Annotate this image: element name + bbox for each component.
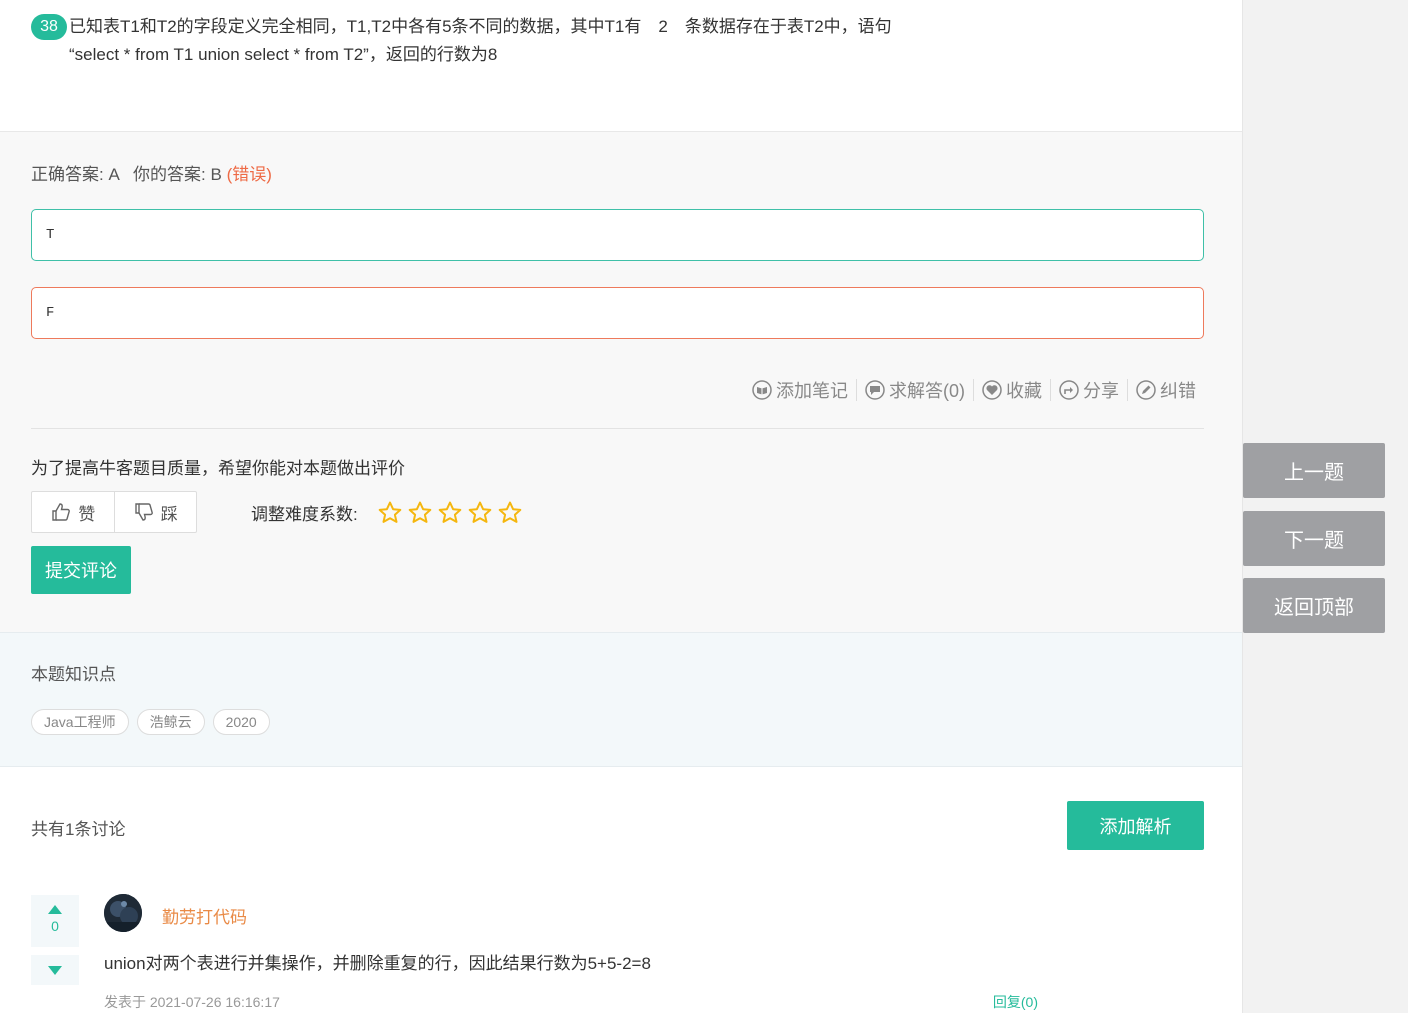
discussion-count: 共有1条讨论 <box>31 820 126 839</box>
divider <box>31 428 1204 429</box>
thumbs-down-icon <box>135 503 153 521</box>
right-sidebar <box>1242 0 1408 1013</box>
star-icon[interactable] <box>377 500 403 526</box>
question-header: 38 已知表T1和T2的字段定义完全相同，T1,T2中各有5条不同的数据，其中T… <box>0 0 1242 132</box>
vote-count: 0 <box>51 918 59 934</box>
downvote-button[interactable] <box>31 955 79 985</box>
report-error-button[interactable]: 纠错 <box>1127 379 1204 401</box>
share-label: 分享 <box>1083 381 1119 401</box>
ask-answer-label: 求解答(0) <box>889 381 965 401</box>
submit-comment-button[interactable]: 提交评论 <box>31 546 131 594</box>
like-dislike-group: 赞 踩 <box>31 491 197 533</box>
book-icon <box>752 380 772 400</box>
tag-haojingyun[interactable]: 浩鲸云 <box>136 709 205 735</box>
share-button[interactable]: 分享 <box>1050 379 1127 401</box>
star-icon[interactable] <box>467 500 493 526</box>
main-content: 38 已知表T1和T2的字段定义完全相同，T1,T2中各有5条不同的数据，其中T… <box>0 0 1242 1013</box>
chat-bubble-icon <box>865 380 885 400</box>
pencil-icon <box>1136 380 1156 400</box>
option-a[interactable]: T <box>31 209 1204 261</box>
question-toolbar: 添加笔记 求解答(0) 收藏 分享 纠错 <box>744 376 1204 404</box>
dislike-button[interactable]: 踩 <box>113 492 197 532</box>
your-answer: 你的答案: B <box>133 165 222 184</box>
avatar[interactable] <box>104 894 142 932</box>
upvote-button[interactable]: 0 <box>31 895 79 947</box>
comment-username[interactable]: 勤劳打代码 <box>162 903 247 928</box>
comment-timestamp: 发表于 2021-07-26 16:16:17 <box>104 994 280 1010</box>
next-question-button[interactable]: 下一题 <box>1243 511 1385 566</box>
comment-vote: 0 <box>31 895 79 985</box>
difficulty-stars <box>377 500 527 526</box>
rating-title: 为了提高牛客题目质量，希望你能对本题做出评价 <box>31 459 405 478</box>
question-number-badge: 38 <box>31 14 67 40</box>
dislike-label: 踩 <box>160 504 178 524</box>
comment-content: union对两个表进行并集操作，并删除重复的行，因此结果行数为5+5-2=8 <box>104 954 651 973</box>
back-to-top-button[interactable]: 返回顶部 <box>1243 578 1385 633</box>
heart-icon <box>982 380 1002 400</box>
caret-up-icon <box>48 905 62 914</box>
add-analysis-button[interactable]: 添加解析 <box>1067 801 1204 850</box>
like-label: 赞 <box>78 504 96 524</box>
correct-answer: 正确答案: A <box>31 165 119 184</box>
avatar-image <box>104 894 142 932</box>
add-note-label: 添加笔记 <box>776 381 848 401</box>
report-error-label: 纠错 <box>1160 381 1196 401</box>
question-text-line2: “select * from T1 union select * from T2… <box>69 45 498 64</box>
tag-java-engineer[interactable]: Java工程师 <box>31 709 129 735</box>
previous-question-button[interactable]: 上一题 <box>1243 443 1385 498</box>
add-note-button[interactable]: 添加笔记 <box>744 379 856 401</box>
knowledge-points: 本题知识点 Java工程师 浩鲸云 2020 <box>0 632 1242 767</box>
reply-link[interactable]: 回复(0) <box>993 992 1038 1012</box>
ask-answer-button[interactable]: 求解答(0) <box>856 379 973 401</box>
tag-list: Java工程师 浩鲸云 2020 <box>31 709 278 735</box>
share-icon <box>1059 380 1079 400</box>
answer-area: 正确答案: A 你的答案: B (错误) T F 添加笔记 求解答(0) 收藏 … <box>0 132 1242 632</box>
like-button[interactable]: 赞 <box>32 492 114 532</box>
answer-summary: 正确答案: A 你的答案: B (错误) <box>31 160 272 185</box>
favorite-label: 收藏 <box>1006 381 1042 401</box>
difficulty-label: 调整难度系数: <box>251 505 358 524</box>
tag-2020[interactable]: 2020 <box>212 709 270 735</box>
thumbs-up-icon <box>52 503 71 521</box>
option-b[interactable]: F <box>31 287 1204 339</box>
favorite-button[interactable]: 收藏 <box>973 379 1050 401</box>
star-icon[interactable] <box>407 500 433 526</box>
answer-status: (错误) <box>226 165 272 184</box>
star-icon[interactable] <box>437 500 463 526</box>
star-icon[interactable] <box>497 500 523 526</box>
question-text-line1: 已知表T1和T2的字段定义完全相同，T1,T2中各有5条不同的数据，其中T1有 … <box>69 17 892 36</box>
caret-down-icon <box>48 965 62 975</box>
knowledge-title: 本题知识点 <box>31 665 116 684</box>
